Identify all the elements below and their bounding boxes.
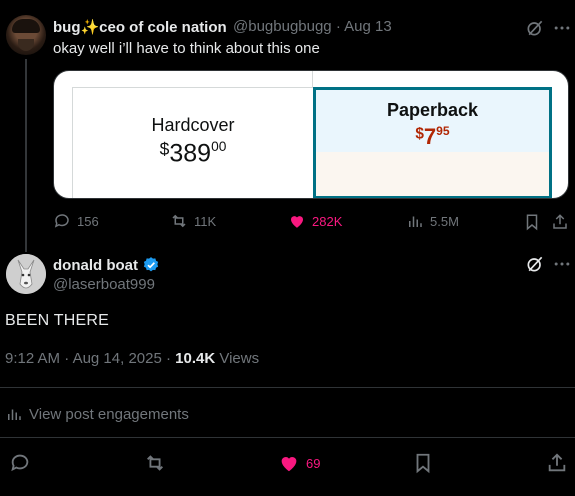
more-icon[interactable] <box>552 18 572 38</box>
parent-post-text: okay well i’ll have to think about this … <box>53 40 320 57</box>
post-display-name-row[interactable]: donald boat <box>53 256 160 274</box>
repost-count: 11K <box>194 213 217 229</box>
like-count: 282K <box>312 213 343 229</box>
heart-icon <box>281 457 297 472</box>
hardcover-option: Hardcover $38900 <box>72 87 313 198</box>
reply-count: 156 <box>77 213 99 229</box>
bookmark-icon <box>416 453 430 474</box>
repost-action[interactable]: 11K <box>170 212 216 230</box>
post-repost-button[interactable] <box>144 452 166 474</box>
view-engagements-link[interactable]: View post engagements <box>5 405 189 423</box>
repost-icon <box>172 214 186 228</box>
post-reply-button[interactable] <box>9 452 31 474</box>
views-action[interactable]: 5.5M <box>406 212 459 230</box>
reply-icon <box>11 454 29 472</box>
post-bookmark-button[interactable] <box>412 452 434 474</box>
thread-line <box>25 59 27 252</box>
verified-badge-icon <box>143 257 159 272</box>
parent-date[interactable]: Aug 13 <box>344 18 392 35</box>
parent-handle[interactable]: @bugbugbugg <box>233 18 332 35</box>
more-icon[interactable] <box>552 254 572 274</box>
post-handle[interactable]: @laserboat999 <box>53 276 155 293</box>
like-action[interactable]: 282K <box>288 212 342 230</box>
paperback-option: Paperback $795 <box>313 87 552 198</box>
post-meta: 9:12 AM · Aug 14, 2025 · 10.4K Views <box>5 350 260 367</box>
paperback-price: $795 <box>415 124 450 150</box>
paperback-label: Paperback <box>386 100 479 120</box>
view-engagements-label: View post engagements <box>29 405 189 423</box>
share-icon <box>548 453 566 472</box>
analytics-icon <box>8 409 21 420</box>
bookmark-action[interactable] <box>523 213 541 231</box>
hardcover-price: $38900 <box>159 139 227 168</box>
reply-action[interactable]: 156 <box>53 212 99 230</box>
grok-icon[interactable] <box>525 18 545 38</box>
divider <box>0 387 575 388</box>
share-action[interactable] <box>551 213 569 231</box>
post-display-name[interactable]: donald boat <box>53 257 138 274</box>
grok-icon[interactable] <box>525 254 545 274</box>
heart-icon <box>291 216 303 228</box>
share-icon <box>553 214 567 229</box>
parent-handle-date[interactable]: @bugbugbugg · Aug 13 <box>233 18 392 35</box>
post-views-count: 10.4K <box>175 350 216 367</box>
bookmark-icon <box>526 214 538 231</box>
post-like-button[interactable]: 69 <box>278 452 320 474</box>
views-icon <box>409 216 422 227</box>
post-like-count: 69 <box>306 455 321 471</box>
post-views-label: Views <box>219 350 260 367</box>
divider <box>0 437 575 438</box>
hardcover-label: Hardcover <box>151 115 235 135</box>
post-share-button[interactable] <box>546 452 568 474</box>
post-text: BEEN THERE <box>5 312 109 329</box>
repost-icon <box>147 455 163 471</box>
parent-display-name[interactable]: bug✨ceo of cole nation <box>53 18 227 36</box>
post-time[interactable]: 9:12 AM <box>5 350 60 367</box>
post-avatar[interactable] <box>6 254 46 294</box>
parent-media-image[interactable]: Hardcover $38900 Paperback $795 <box>53 70 569 199</box>
parent-avatar[interactable] <box>6 15 46 55</box>
views-count: 5.5M <box>430 213 459 229</box>
reply-icon <box>54 214 69 228</box>
post-date[interactable]: Aug 14, 2025 <box>73 350 162 367</box>
